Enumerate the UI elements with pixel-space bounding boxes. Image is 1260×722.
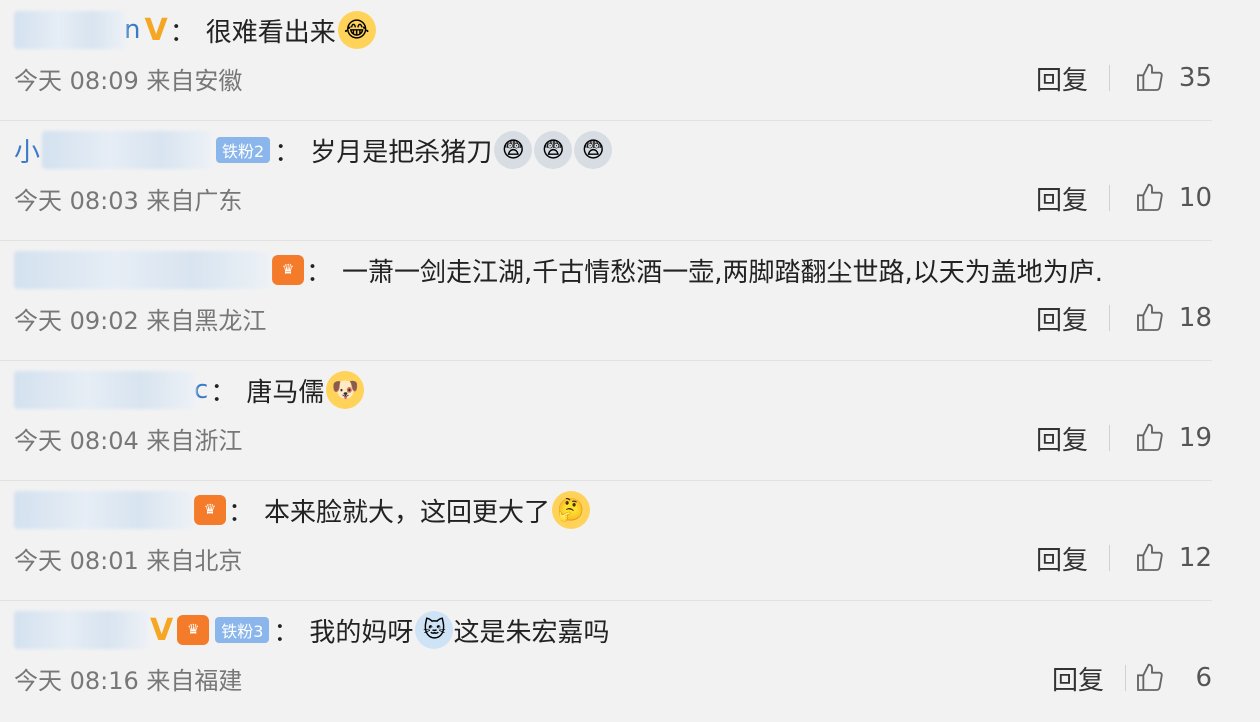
comment-item: 小 铁粉2 ： 岁月是把杀猪刀 😨 😨 😨 今天 08:03 来自广东 回复 1… xyxy=(0,120,1212,241)
username-blurred[interactable] xyxy=(42,131,213,169)
comment-item: ♛ ： 本来脸就大，这回更大了 🤔 今天 08:01 来自北京 回复 12 xyxy=(0,480,1212,601)
iron-fan-badge: 铁粉3 xyxy=(215,617,270,643)
doraemon-emoji-icon: 🐱 xyxy=(415,611,454,649)
thumbs-up-icon[interactable] xyxy=(1134,422,1166,454)
like-button[interactable]: 6 xyxy=(1134,662,1212,694)
divider xyxy=(1125,665,1126,691)
reply-button[interactable]: 回复 xyxy=(1036,300,1088,337)
like-count: 6 xyxy=(1195,663,1212,693)
comment-item: V ♛ 铁粉3 ： 我的妈呀 🐱 这是朱宏嘉吗 今天 08:16 来自福建 回复… xyxy=(0,600,1212,720)
like-count: 35 xyxy=(1178,63,1212,93)
username-suffix[interactable]: n xyxy=(124,15,140,45)
like-button[interactable]: 10 xyxy=(1134,182,1212,214)
divider xyxy=(1109,185,1110,211)
comment-text: 岁月是把杀猪刀 xyxy=(310,137,493,168)
comment-meta: 今天 08:16 来自福建 xyxy=(14,666,243,695)
comment-item: ♛ ： 一萧一剑走江湖,千古情愁酒一壶,两脚踏翻尘世路,以天为盖地为庐. 今天 … xyxy=(0,240,1212,361)
colon: ： xyxy=(273,617,300,648)
comment-item: c ： 唐马儒 🐶 今天 08:04 来自浙江 回复 19 xyxy=(0,360,1212,481)
comment-text: 一萧一剑走江湖,千古情愁酒一壶,两脚踏翻尘世路,以天为盖地为庐. xyxy=(342,257,1104,288)
thumbs-up-icon[interactable] xyxy=(1134,302,1166,334)
crown-badge-icon: ♛ xyxy=(272,255,304,285)
thumbs-up-icon[interactable] xyxy=(1134,182,1166,214)
comment-item: n V ： 很难看出来 😂 今天 08:09 来自安徽 回复 35 xyxy=(0,0,1212,121)
comment-footer: 今天 09:02 来自黑龙江 回复 18 xyxy=(14,300,1212,336)
username-suffix[interactable]: c xyxy=(194,375,208,405)
comment-text-part1: 我的妈呀 xyxy=(309,617,414,648)
comment-meta: 今天 08:03 来自广东 xyxy=(14,186,243,215)
username-prefix[interactable]: 小 xyxy=(14,132,40,169)
colon: ： xyxy=(228,497,255,528)
comment-meta: 今天 08:01 来自北京 xyxy=(14,546,243,575)
thinking-emoji-icon: 🤔 xyxy=(552,491,591,529)
comment-header: 小 铁粉2 ： 岁月是把杀猪刀 😨 😨 😨 xyxy=(14,128,613,172)
reply-button[interactable]: 回复 xyxy=(1052,660,1104,697)
comment-text: 唐马儒 xyxy=(246,377,325,408)
comment-footer: 今天 08:16 来自福建 回复 6 xyxy=(14,660,1212,696)
shocked-emoji-icon: 😨 xyxy=(574,131,613,169)
thumbs-up-icon[interactable] xyxy=(1134,62,1166,94)
comment-text: 本来脸就大，这回更大了 xyxy=(264,497,551,528)
comment-meta: 今天 08:04 来自浙江 xyxy=(14,426,243,455)
divider xyxy=(1109,545,1110,571)
crown-badge-icon: ♛ xyxy=(177,615,210,645)
comment-header: ♛ ： 本来脸就大，这回更大了 🤔 xyxy=(14,488,591,532)
comment-text: 很难看出来 xyxy=(205,17,336,48)
like-button[interactable]: 18 xyxy=(1134,302,1212,334)
comment-header: n V ： 很难看出来 😂 xyxy=(14,8,376,52)
iron-fan-badge: 铁粉2 xyxy=(216,137,271,163)
colon: ： xyxy=(169,17,196,48)
comment-header: c ： 唐马儒 🐶 xyxy=(14,368,365,412)
reply-button[interactable]: 回复 xyxy=(1036,180,1088,217)
v-badge-icon: V xyxy=(144,12,168,48)
comment-header: ♛ ： 一萧一剑走江湖,千古情愁酒一壶,两脚踏翻尘世路,以天为盖地为庐. xyxy=(14,248,1103,292)
username-blurred[interactable] xyxy=(14,11,126,49)
like-count: 18 xyxy=(1178,303,1212,333)
comment-footer: 今天 08:03 来自广东 回复 10 xyxy=(14,180,1212,216)
reply-button[interactable]: 回复 xyxy=(1036,420,1088,457)
like-button[interactable]: 12 xyxy=(1134,542,1212,574)
reply-button[interactable]: 回复 xyxy=(1036,60,1088,97)
crown-badge-icon: ♛ xyxy=(194,495,226,525)
thumbs-up-icon[interactable] xyxy=(1134,542,1166,574)
colon: ： xyxy=(306,257,333,288)
comment-text-part2: 这是朱宏嘉吗 xyxy=(453,617,610,648)
colon: ： xyxy=(210,377,237,408)
shocked-emoji-icon: 😨 xyxy=(534,131,573,169)
like-count: 12 xyxy=(1178,543,1212,573)
colon: ： xyxy=(274,137,301,168)
comment-header: V ♛ 铁粉3 ： 我的妈呀 🐱 这是朱宏嘉吗 xyxy=(14,608,609,652)
divider xyxy=(1109,305,1110,331)
laugh-cry-emoji-icon: 😂 xyxy=(337,11,376,49)
username-blurred[interactable] xyxy=(14,611,148,649)
username-blurred[interactable] xyxy=(14,251,270,289)
thumbs-up-icon[interactable] xyxy=(1134,662,1166,694)
comment-footer: 今天 08:04 来自浙江 回复 19 xyxy=(14,420,1212,456)
like-button[interactable]: 19 xyxy=(1134,422,1212,454)
comment-footer: 今天 08:01 来自北京 回复 12 xyxy=(14,540,1212,576)
username-blurred[interactable] xyxy=(14,491,192,529)
shocked-emoji-icon: 😨 xyxy=(494,131,533,169)
comment-footer: 今天 08:09 来自安徽 回复 35 xyxy=(14,60,1212,96)
divider xyxy=(1109,65,1110,91)
doge-emoji-icon: 🐶 xyxy=(326,371,365,409)
divider xyxy=(1109,425,1110,451)
reply-button[interactable]: 回复 xyxy=(1036,540,1088,577)
like-count: 19 xyxy=(1178,423,1212,453)
v-badge-icon: V xyxy=(150,612,174,648)
comment-meta: 今天 08:09 来自安徽 xyxy=(14,66,243,95)
like-count: 10 xyxy=(1178,183,1212,213)
comment-meta: 今天 09:02 来自黑龙江 xyxy=(14,306,267,335)
like-button[interactable]: 35 xyxy=(1134,62,1212,94)
username-blurred[interactable] xyxy=(14,371,196,409)
